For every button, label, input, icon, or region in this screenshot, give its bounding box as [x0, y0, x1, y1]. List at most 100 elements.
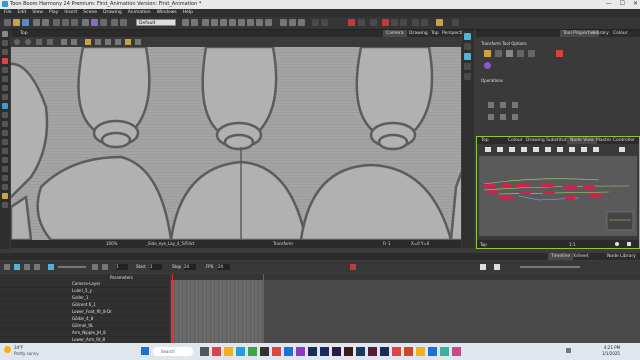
- text-icon[interactable]: [2, 76, 8, 82]
- menu-windows[interactable]: Windows: [157, 9, 177, 17]
- flip-v-icon[interactable]: [500, 114, 506, 120]
- taskbar-app-icon[interactable]: [236, 347, 245, 356]
- drawing-canvas[interactable]: [11, 47, 461, 240]
- keyframe-add-icon[interactable]: [480, 264, 486, 270]
- pan-icon[interactable]: [464, 63, 471, 70]
- pencil-tool-icon[interactable]: [220, 19, 227, 26]
- fps-field[interactable]: 24: [218, 264, 230, 270]
- menu-edit[interactable]: Edit: [18, 9, 27, 17]
- layer-row[interactable]: Goller_1: [0, 295, 170, 302]
- taskbar-app-icon[interactable]: [308, 347, 317, 356]
- rotate-cw-icon[interactable]: [512, 114, 518, 120]
- keyframe-icon[interactable]: [370, 19, 377, 26]
- menu-view[interactable]: View: [32, 9, 43, 17]
- tab-node-top[interactable]: Top: [478, 137, 492, 144]
- node-enable-icon[interactable]: [545, 147, 551, 152]
- node-peg-icon[interactable]: [497, 147, 503, 152]
- rotate-icon[interactable]: [464, 43, 471, 50]
- cutter-icon[interactable]: [2, 49, 8, 55]
- node-add-icon[interactable]: [485, 147, 491, 152]
- layer-row[interactable]: Gölcent 6_1: [0, 302, 170, 309]
- morph-icon[interactable]: [2, 157, 8, 163]
- taskbar-app-icon[interactable]: [428, 347, 437, 356]
- select-icon[interactable]: [2, 31, 8, 37]
- node-zoom-icon[interactable]: [581, 147, 587, 152]
- transform-icon[interactable]: [2, 193, 8, 199]
- taskbar-app-icon[interactable]: [200, 347, 209, 356]
- zoom-view-icon[interactable]: [464, 53, 471, 60]
- current-frame-field[interactable]: 1: [116, 264, 128, 270]
- layer-row[interactable]: Camera-Layer: [0, 281, 170, 288]
- layer-row[interactable]: Luleri_5_y: [0, 288, 170, 295]
- text-tool-icon[interactable]: [256, 19, 263, 26]
- stroke-icon[interactable]: [2, 148, 8, 154]
- eraser-tool-icon[interactable]: [229, 19, 236, 26]
- line-tool-icon[interactable]: [238, 19, 245, 26]
- cut-icon[interactable]: [53, 19, 60, 26]
- transform-tool-icon[interactable]: [280, 19, 287, 26]
- record-frame-icon[interactable]: [350, 264, 356, 270]
- kinematics-icon[interactable]: [400, 19, 407, 26]
- layer-row[interactable]: Lower_Foot_Rt_8-Dr: [0, 309, 170, 316]
- align-left-icon[interactable]: [488, 102, 494, 108]
- render-icon[interactable]: [182, 19, 189, 26]
- tray-chevron-icon[interactable]: [566, 348, 571, 353]
- stop-field[interactable]: 24: [184, 264, 196, 270]
- taskbar-app-icon[interactable]: [224, 347, 233, 356]
- flip-h-icon[interactable]: [528, 50, 535, 57]
- align-center-icon[interactable]: [500, 102, 506, 108]
- layer-row[interactable]: Gödar_4_8: [0, 316, 170, 323]
- taskbar-app-icon[interactable]: [320, 347, 329, 356]
- deformer-icon[interactable]: [382, 19, 389, 26]
- shape-icon[interactable]: [2, 112, 8, 118]
- camera-mask-icon[interactable]: [61, 39, 67, 45]
- save-icon[interactable]: [22, 19, 29, 26]
- rotate-view-icon[interactable]: [2, 184, 8, 190]
- colour-view-icon[interactable]: [125, 39, 131, 45]
- render-view-icon[interactable]: [105, 39, 111, 45]
- start-field[interactable]: 1: [150, 264, 162, 270]
- playhead[interactable]: [172, 274, 173, 343]
- node-search-icon[interactable]: [619, 147, 625, 152]
- taskbar-app-icon[interactable]: [452, 347, 461, 356]
- hierarchy-icon[interactable]: [517, 50, 524, 57]
- tab-node-library[interactable]: Node Library: [604, 253, 639, 260]
- node-group-icon[interactable]: [521, 147, 527, 152]
- zoom-level[interactable]: 100%: [106, 240, 117, 248]
- node-settings-icon[interactable]: [615, 242, 619, 246]
- ink-icon[interactable]: [421, 19, 428, 26]
- mirror-icon[interactable]: [391, 19, 398, 26]
- volume-icon[interactable]: [48, 264, 54, 270]
- keyframe-remove-icon[interactable]: [494, 264, 500, 270]
- view-icon[interactable]: [452, 19, 459, 26]
- contour-editor-icon[interactable]: [2, 40, 8, 46]
- clock-time[interactable]: 4:21 PM: [604, 345, 620, 350]
- rotate-tool-icon[interactable]: [289, 19, 296, 26]
- peg-selection-icon[interactable]: [484, 50, 491, 57]
- reset-view-icon[interactable]: [85, 39, 91, 45]
- magnet-icon[interactable]: [506, 50, 513, 57]
- node-disable-icon[interactable]: [557, 147, 563, 152]
- end-marker[interactable]: [263, 274, 264, 343]
- node-menu-icon[interactable]: [627, 242, 631, 246]
- reset-icon[interactable]: [464, 73, 471, 80]
- first-frame-icon[interactable]: [4, 264, 10, 270]
- eraser-icon[interactable]: [2, 85, 8, 91]
- node-fit-icon[interactable]: [593, 147, 599, 152]
- tab-master-controller[interactable]: Master Controller: [593, 137, 638, 144]
- weather-icon[interactable]: [4, 346, 11, 353]
- polyline-icon[interactable]: [2, 139, 8, 145]
- safe-area-icon[interactable]: [71, 39, 77, 45]
- taskbar-app-icon[interactable]: [344, 347, 353, 356]
- redo-icon[interactable]: [42, 19, 49, 26]
- play-button-icon[interactable]: [14, 264, 20, 270]
- taskbar-app-icon[interactable]: [248, 347, 257, 356]
- menu-animation[interactable]: Animation: [128, 9, 151, 17]
- frames-area[interactable]: [171, 274, 640, 343]
- node-navigator-icon[interactable]: [569, 147, 575, 152]
- volume-slider[interactable]: [58, 266, 86, 268]
- taskbar-app-icon[interactable]: [212, 347, 221, 356]
- maximize-button[interactable]: ☐: [620, 0, 625, 7]
- undo-icon[interactable]: [33, 19, 40, 26]
- hand-icon[interactable]: [2, 166, 8, 172]
